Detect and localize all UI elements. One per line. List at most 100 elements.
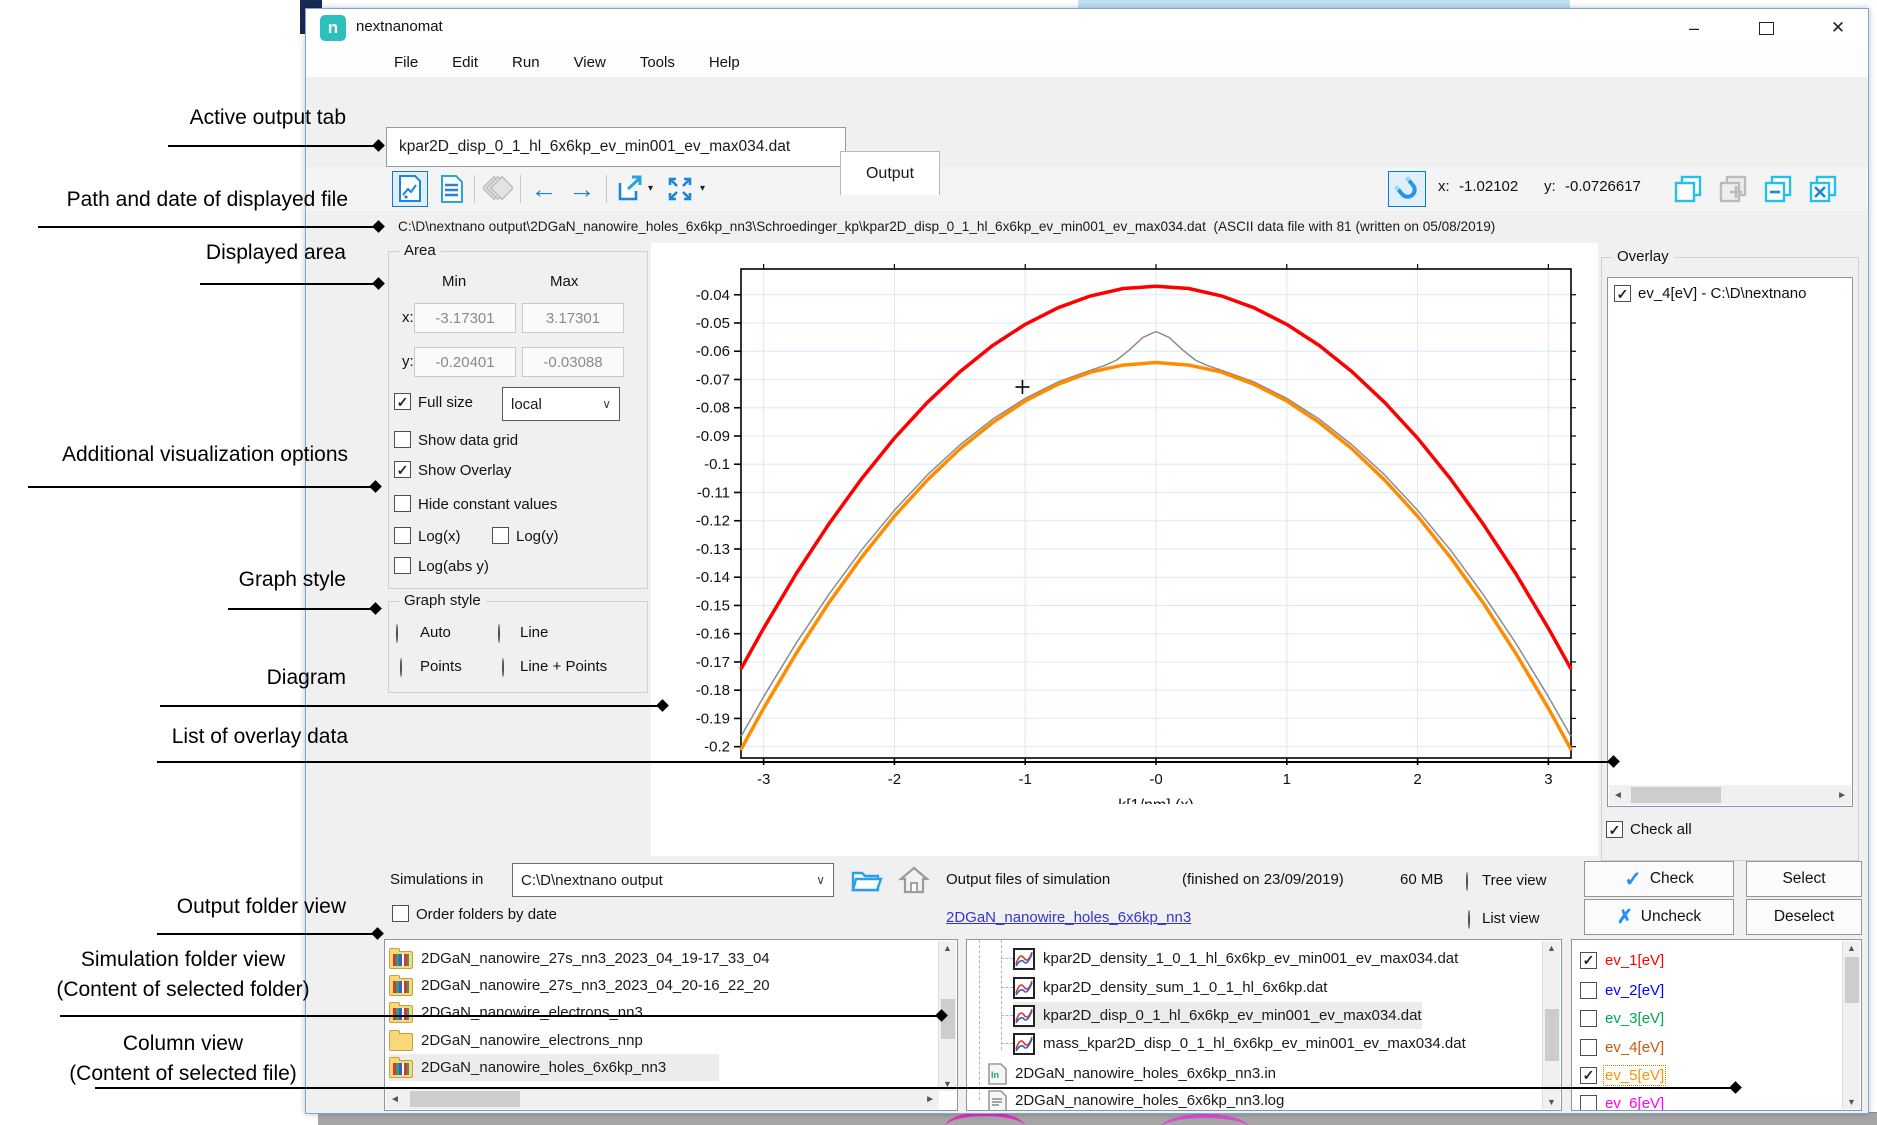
uncheck-button[interactable]: ✗ Uncheck bbox=[1584, 899, 1734, 935]
column-row[interactable]: ev_3[eV] bbox=[1580, 1005, 1664, 1031]
export-caret-icon[interactable]: ▾ bbox=[648, 183, 653, 194]
graph-view-button[interactable] bbox=[392, 171, 428, 207]
menu-file[interactable]: File bbox=[394, 54, 418, 71]
menu-help[interactable]: Help bbox=[709, 54, 740, 71]
hide-constant-values-checkbox[interactable] bbox=[394, 495, 411, 512]
graph-style-auto-radio[interactable] bbox=[396, 624, 398, 643]
folder-row[interactable]: 2DGaN_nanowire_electrons_nn3 bbox=[389, 999, 919, 1026]
list-view-radio[interactable] bbox=[1468, 910, 1470, 929]
dispersion-chart[interactable]: -0.04-0.05-0.06-0.07-0.08-0.09-0.1-0.11-… bbox=[656, 244, 1586, 804]
file-row[interactable]: kpar2D_density_1_0_1_hl_6x6kp_ev_min001_… bbox=[1013, 945, 1458, 972]
simulation-link[interactable]: 2DGaN_nanowire_holes_6x6kp_nn3 bbox=[946, 909, 1191, 926]
chart-region[interactable]: -0.04-0.05-0.06-0.07-0.08-0.09-0.1-0.11-… bbox=[651, 243, 1598, 856]
column-row[interactable]: ev_6[eV] bbox=[1580, 1090, 1664, 1111]
area-x-min-field[interactable]: -3.17301 bbox=[414, 303, 516, 333]
column-checkbox[interactable] bbox=[1580, 1095, 1597, 1112]
overlay-listbox[interactable]: ✓ ev_4[eV] - C:\D\nextnano ◄ ► bbox=[1607, 277, 1853, 807]
scroll-up-icon[interactable]: ▲ bbox=[1843, 943, 1860, 953]
folder-row-selected[interactable]: 2DGaN_nanowire_holes_6x6kp_nn3 bbox=[389, 1054, 719, 1081]
snap-magnet-button[interactable] bbox=[1388, 171, 1426, 207]
file-vscroll-thumb[interactable] bbox=[1545, 1009, 1559, 1061]
scroll-left-icon[interactable]: ◄ bbox=[1613, 790, 1623, 801]
show-overlay-checkbox[interactable]: ✓ bbox=[394, 461, 411, 478]
order-folders-checkbox[interactable] bbox=[392, 905, 409, 922]
area-x-max-field[interactable]: 3.17301 bbox=[522, 303, 624, 333]
overlay-item-label[interactable]: ev_4[eV] - C:\D\nextnano bbox=[1638, 285, 1806, 302]
column-checkbox[interactable] bbox=[1580, 982, 1597, 999]
scroll-left-icon[interactable]: ◄ bbox=[390, 1094, 400, 1105]
home-button[interactable] bbox=[898, 865, 930, 899]
window-single-button[interactable] bbox=[1670, 171, 1706, 207]
select-button[interactable]: Select bbox=[1746, 861, 1862, 897]
tab-output[interactable]: Output bbox=[840, 151, 940, 195]
log-x-checkbox[interactable] bbox=[394, 527, 411, 544]
full-size-checkbox[interactable]: ✓ bbox=[394, 393, 411, 410]
window-add-button-disabled[interactable] bbox=[1715, 171, 1751, 207]
column-row[interactable]: ev_4[eV] bbox=[1580, 1034, 1664, 1060]
area-y-min-field[interactable]: -0.20401 bbox=[414, 347, 516, 377]
area-y-max-field[interactable]: -0.03088 bbox=[522, 347, 624, 377]
nav-forward-button[interactable]: → bbox=[564, 171, 600, 207]
scroll-up-icon[interactable]: ▲ bbox=[939, 943, 956, 953]
graph-style-line-points-radio[interactable] bbox=[502, 658, 504, 677]
folder-row[interactable]: 2DGaN_nanowire_27s_nn3_2023_04_19-17_33_… bbox=[389, 945, 919, 972]
simulation-file-list[interactable]: kpar2D_density_1_0_1_hl_6x6kp_ev_min001_… bbox=[966, 939, 1562, 1111]
column-row[interactable]: ev_2[eV] bbox=[1580, 977, 1664, 1003]
column-checkbox[interactable]: ✓ bbox=[1580, 1067, 1597, 1084]
scroll-down-icon[interactable]: ▼ bbox=[1543, 1097, 1560, 1107]
scroll-right-icon[interactable]: ► bbox=[925, 1094, 935, 1105]
fit-view-caret-icon[interactable]: ▾ bbox=[700, 183, 705, 194]
show-data-grid-checkbox[interactable] bbox=[394, 431, 411, 448]
check-button[interactable]: ✓ Check bbox=[1584, 861, 1734, 897]
tree-view-radio[interactable] bbox=[1466, 872, 1468, 891]
nav-back-button[interactable]: ← bbox=[526, 171, 562, 207]
column-checkbox[interactable] bbox=[1580, 1010, 1597, 1027]
menu-view[interactable]: View bbox=[574, 54, 606, 71]
log-abs-y-checkbox[interactable] bbox=[394, 557, 411, 574]
fit-view-button[interactable] bbox=[662, 171, 698, 207]
file-row[interactable]: In 2DGaN_nanowire_holes_6x6kp_nn3.in bbox=[987, 1060, 1276, 1087]
column-vscroll-thumb[interactable] bbox=[1845, 957, 1859, 1003]
file-row[interactable]: mass_kpar2D_disp_0_1_hl_6x6kp_ev_min001_… bbox=[1013, 1030, 1466, 1057]
folder-row[interactable]: 2DGaN_nanowire_27s_nn3_2023_04_20-16_22_… bbox=[389, 972, 919, 999]
layers-button-disabled[interactable] bbox=[480, 171, 516, 207]
folder-hscroll-thumb[interactable] bbox=[410, 1091, 520, 1107]
column-row[interactable]: ✓ ev_1[eV] bbox=[1580, 947, 1664, 973]
deselect-button[interactable]: Deselect bbox=[1746, 899, 1862, 935]
file-list-vscrollbar[interactable]: ▲ ▼ bbox=[1542, 941, 1560, 1109]
scroll-down-icon[interactable]: ▼ bbox=[1843, 1097, 1860, 1107]
overlay-item-checkbox[interactable]: ✓ bbox=[1614, 285, 1631, 302]
scale-select[interactable]: local ∨ bbox=[502, 387, 620, 421]
column-list[interactable]: ✓ ev_1[eV] ev_2[eV] ev_3[eV] ev_4[eV] ✓ … bbox=[1571, 939, 1862, 1111]
column-checkbox[interactable]: ✓ bbox=[1580, 952, 1597, 969]
folder-row[interactable]: 2DGaN_nanowire_electrons_nnp bbox=[389, 1027, 919, 1054]
file-row-selected[interactable]: kpar2D_disp_0_1_hl_6x6kp_ev_min001_ev_ma… bbox=[1013, 1002, 1422, 1029]
export-button[interactable] bbox=[612, 171, 648, 207]
simulation-folder-combobox[interactable]: C:\D\nextnano output ∨ bbox=[512, 863, 834, 897]
column-row[interactable]: ✓ ev_5[eV] bbox=[1580, 1062, 1664, 1088]
menu-tools[interactable]: Tools bbox=[640, 54, 675, 71]
menu-run[interactable]: Run bbox=[512, 54, 540, 71]
browse-folder-button[interactable] bbox=[850, 865, 884, 899]
document-tab[interactable]: kpar2D_disp_0_1_hl_6x6kp_ev_min001_ev_ma… bbox=[386, 127, 846, 167]
overlay-hscrollbar[interactable]: ◄ ► bbox=[1609, 785, 1851, 805]
minimize-button[interactable]: – bbox=[1666, 9, 1722, 47]
file-row[interactable]: kpar2D_density_sum_1_0_1_hl_6x6kp.dat bbox=[1013, 974, 1327, 1001]
menu-edit[interactable]: Edit bbox=[452, 54, 478, 71]
maximize-button[interactable] bbox=[1738, 9, 1794, 47]
folder-list-hscrollbar[interactable]: ◄ ► bbox=[386, 1089, 939, 1109]
overlay-hscroll-thumb[interactable] bbox=[1631, 787, 1721, 803]
window-close-button[interactable] bbox=[1805, 171, 1841, 207]
column-checkbox[interactable] bbox=[1580, 1039, 1597, 1056]
text-view-button[interactable] bbox=[434, 171, 470, 207]
scroll-up-icon[interactable]: ▲ bbox=[1543, 943, 1560, 953]
file-row[interactable]: 2DGaN_nanowire_holes_6x6kp_nn3.log bbox=[987, 1087, 1284, 1111]
close-button[interactable]: ✕ bbox=[1810, 9, 1866, 47]
scroll-right-icon[interactable]: ► bbox=[1837, 790, 1847, 801]
check-all-checkbox[interactable]: ✓ bbox=[1606, 821, 1623, 838]
output-folder-list[interactable]: 2DGaN_nanowire_27s_nn3_2023_04_19-17_33_… bbox=[384, 939, 958, 1111]
column-list-vscrollbar[interactable]: ▲ ▼ bbox=[1842, 941, 1860, 1109]
graph-style-points-radio[interactable] bbox=[400, 658, 402, 677]
window-remove-button[interactable] bbox=[1760, 171, 1796, 207]
graph-style-line-radio[interactable] bbox=[498, 624, 500, 643]
